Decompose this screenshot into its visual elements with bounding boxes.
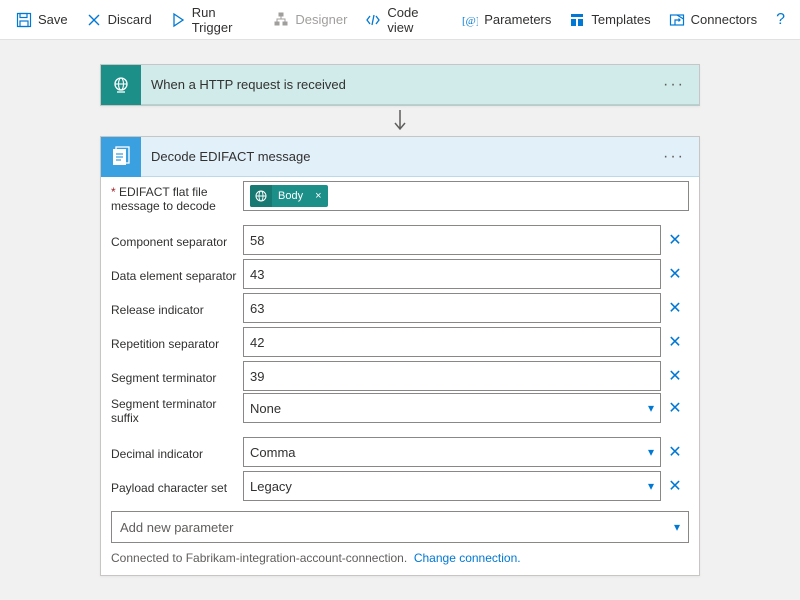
connectors-label: Connectors: [691, 12, 757, 27]
add-parameter-dropdown[interactable]: Add new parameter ▾: [111, 511, 689, 543]
msg-input[interactable]: Body ×: [243, 181, 689, 211]
designer-icon: [273, 12, 289, 28]
help-button[interactable]: ?: [769, 11, 792, 29]
body-token[interactable]: Body ×: [250, 185, 328, 207]
run-icon: [170, 12, 186, 28]
seg-term-clear[interactable]: ✕: [661, 366, 689, 386]
chevron-down-icon: ▾: [648, 445, 654, 459]
release-input[interactable]: 63: [243, 293, 661, 323]
command-bar: Save Discard Run Trigger Designer Code v…: [0, 0, 800, 40]
charset-clear[interactable]: ✕: [661, 476, 689, 496]
parameters-label: Parameters: [484, 12, 551, 27]
release-label: Release indicator: [111, 299, 243, 317]
flow-arrow: [0, 106, 800, 136]
comp-sep-clear[interactable]: ✕: [661, 230, 689, 250]
action-menu-button[interactable]: ···: [657, 144, 691, 170]
designer-button: Designer: [265, 8, 355, 32]
comp-sep-label: Component separator: [111, 231, 243, 249]
data-sep-clear[interactable]: ✕: [661, 264, 689, 284]
rep-sep-label: Repetition separator: [111, 333, 243, 351]
charset-select[interactable]: Legacy ▾: [243, 471, 661, 501]
templates-label: Templates: [591, 12, 650, 27]
add-parameter-label: Add new parameter: [120, 520, 233, 535]
change-connection-link[interactable]: Change connection.: [414, 551, 521, 565]
code-view-icon: [365, 12, 381, 28]
designer-label: Designer: [295, 12, 347, 27]
seg-suffix-label: Segment terminator suffix: [111, 393, 243, 426]
templates-icon: [569, 12, 585, 28]
run-trigger-label: Run Trigger: [192, 5, 256, 35]
http-request-icon: [101, 65, 141, 105]
connectors-icon: [669, 12, 685, 28]
chevron-down-icon: ▾: [674, 520, 680, 534]
svg-text:[@]: [@]: [462, 15, 478, 27]
parameters-icon: [@]: [462, 12, 478, 28]
rep-sep-input[interactable]: 42: [243, 327, 661, 357]
save-label: Save: [38, 12, 68, 27]
save-button[interactable]: Save: [8, 8, 76, 32]
decimal-clear[interactable]: ✕: [661, 442, 689, 462]
discard-button[interactable]: Discard: [78, 8, 160, 32]
decimal-select[interactable]: Comma ▾: [243, 437, 661, 467]
chevron-down-icon: ▾: [648, 401, 654, 415]
data-sep-input[interactable]: 43: [243, 259, 661, 289]
save-icon: [16, 12, 32, 28]
charset-label: Payload character set: [111, 477, 243, 495]
trigger-card[interactable]: When a HTTP request is received ···: [100, 64, 700, 106]
trigger-title: When a HTTP request is received: [151, 77, 657, 92]
decimal-label: Decimal indicator: [111, 443, 243, 461]
designer-canvas: When a HTTP request is received ··· Deco…: [0, 40, 800, 600]
code-view-label: Code view: [387, 5, 444, 35]
discard-icon: [86, 12, 102, 28]
code-view-button[interactable]: Code view: [357, 1, 452, 39]
rep-sep-clear[interactable]: ✕: [661, 332, 689, 352]
trigger-menu-button[interactable]: ···: [657, 72, 691, 98]
edifact-decode-icon: [101, 137, 141, 177]
action-card: Decode EDIFACT message ··· * EDIFACT fla…: [100, 136, 700, 576]
run-trigger-button[interactable]: Run Trigger: [162, 1, 264, 39]
connection-info: Connected to Fabrikam-integration-accoun…: [111, 551, 689, 565]
seg-term-input[interactable]: 39: [243, 361, 661, 391]
http-token-icon: [250, 185, 272, 207]
discard-label: Discard: [108, 12, 152, 27]
seg-suffix-select[interactable]: None ▾: [243, 393, 661, 423]
action-header[interactable]: Decode EDIFACT message ···: [101, 137, 699, 177]
body-token-remove[interactable]: ×: [309, 190, 327, 202]
msg-label: * EDIFACT flat file message to decode: [111, 181, 243, 214]
comp-sep-input[interactable]: 58: [243, 225, 661, 255]
parameters-button[interactable]: [@] Parameters: [454, 8, 559, 32]
action-title: Decode EDIFACT message: [151, 149, 657, 164]
seg-suffix-clear[interactable]: ✕: [661, 398, 689, 418]
connectors-button[interactable]: Connectors: [661, 8, 765, 32]
templates-button[interactable]: Templates: [561, 8, 658, 32]
body-token-label: Body: [272, 190, 309, 202]
data-sep-label: Data element separator: [111, 265, 243, 283]
chevron-down-icon: ▾: [648, 479, 654, 493]
release-clear[interactable]: ✕: [661, 298, 689, 318]
seg-term-label: Segment terminator: [111, 367, 243, 385]
